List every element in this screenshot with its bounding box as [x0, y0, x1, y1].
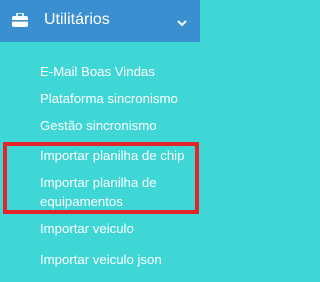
menu-item-importar-veiculo-json[interactable]: Importar veiculo json [40, 250, 162, 269]
menu-item-plataforma-sincronismo[interactable]: Plataforma sincronismo [40, 89, 178, 108]
menu-header-title: Utilitários [44, 11, 110, 28]
menu-item-importar-veiculo[interactable]: Importar veiculo [40, 219, 134, 238]
menu-item-email-boas-vindas[interactable]: E-Mail Boas Vindas [40, 62, 155, 81]
chevron-down-icon[interactable] [176, 15, 188, 27]
submenu: E-Mail Boas Vindas Plataforma sincronism… [0, 42, 200, 282]
menu-header-utilitarios[interactable]: Utilitários [0, 0, 200, 42]
menu-item-importar-planilha-chip[interactable]: Importar planilha de chip [40, 146, 184, 165]
briefcase-icon [12, 12, 28, 27]
menu-item-gestao-sincronismo[interactable]: Gestão sincronismo [40, 116, 157, 135]
menu-item-importar-planilha-equipamentos[interactable]: Importar planilha de equipamentos [40, 173, 195, 211]
